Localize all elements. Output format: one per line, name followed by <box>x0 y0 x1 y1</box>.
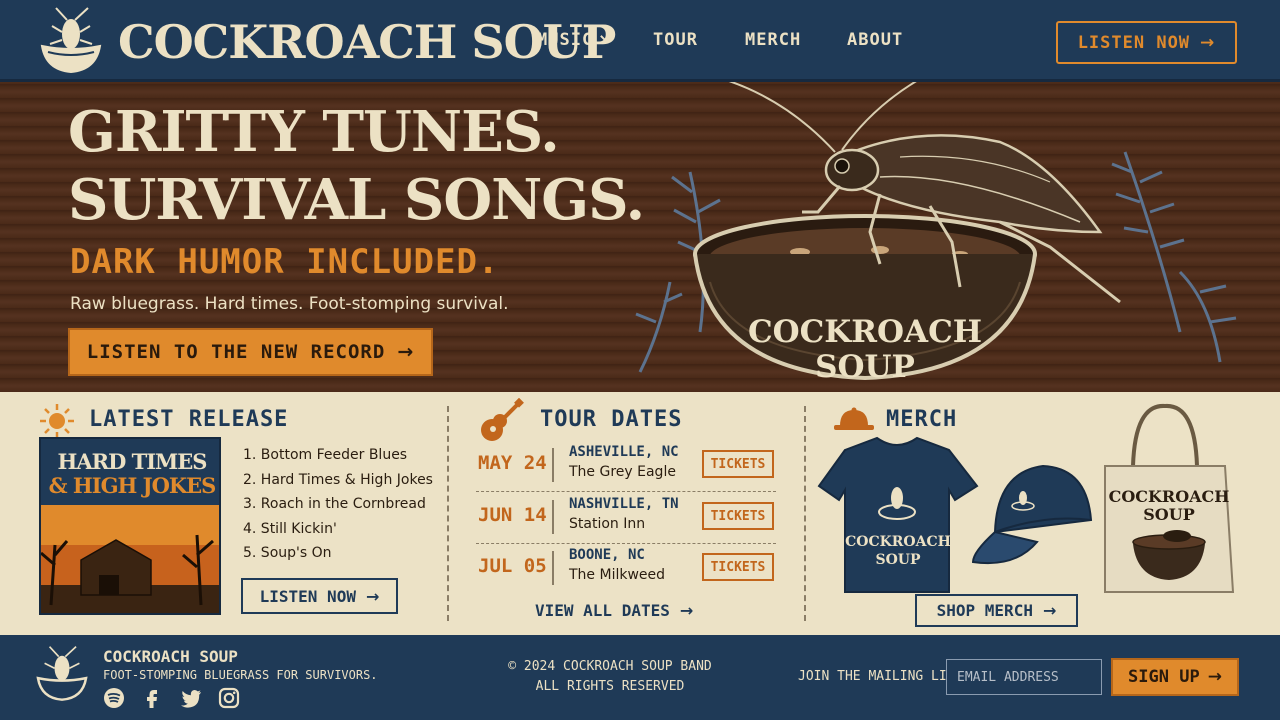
tour-date: JUN 14 <box>478 504 547 526</box>
cockroach-soup-illustration: COCKROACH SOUP <box>635 82 1237 385</box>
tour-date: MAY 24 <box>478 452 547 474</box>
tickets-button[interactable]: TICKETS <box>702 553 774 581</box>
nav-about[interactable]: ABOUT <box>847 30 903 50</box>
hero-subtitle: Raw bluegrass. Hard times. Foot-stomping… <box>70 294 509 314</box>
album-listen-now-button[interactable]: LISTEN NOW → <box>241 578 398 614</box>
tour-row-divider <box>552 551 554 585</box>
listen-now-button[interactable]: LISTEN NOW → <box>1056 21 1237 64</box>
footer-tagline: FOOT-STOMPING BLUEGRASS FOR SURVIVORS. <box>103 668 378 682</box>
mailing-list-label: JOIN THE MAILING LIST <box>798 669 963 684</box>
view-all-dates-link[interactable]: VIEW ALL DATES → <box>535 601 693 620</box>
hero-section: GRITTY TUNES. SURVIVAL SONGS. DARK HUMOR… <box>0 82 1280 392</box>
album-cover[interactable]: HARD TIMES & HIGH JOKES <box>39 437 221 615</box>
tour-venue: The Milkweed <box>569 567 666 583</box>
nav-music-label: MUSIC <box>537 30 594 50</box>
hero-headline-1: GRITTY TUNES. <box>68 99 560 165</box>
tote-bag-icon: COCKROACH SOUP <box>1104 403 1235 593</box>
tour-row: JUN 14 NASHVILLE, TN Station Inn TICKETS <box>476 492 776 544</box>
album-title-1: HARD TIMES <box>57 449 208 474</box>
album-title-2: & HIGH JOKES <box>48 473 217 498</box>
bowl-text-1: COCKROACH <box>748 314 982 350</box>
merch-products-illustration: COCKROACH SOUP COCKROACH SOUP <box>817 403 1235 593</box>
arrow-right-icon: → <box>365 586 380 606</box>
tickets-button[interactable]: TICKETS <box>702 450 774 478</box>
arrow-right-icon: → <box>1042 601 1057 620</box>
album-barn-illustration <box>41 505 219 613</box>
cockroach-bowl-logo-icon <box>36 646 88 701</box>
site-header: COCKROACH SOUP MUSIC TOUR MERCH ABOUT LI… <box>0 0 1280 82</box>
track-item[interactable]: 3. Roach in the Cornbread <box>243 496 433 521</box>
tour-city: NASHVILLE, TN <box>569 496 679 512</box>
guitar-icon <box>481 398 524 441</box>
shop-merch-button[interactable]: SHOP MERCH → <box>915 594 1078 627</box>
arrow-right-icon: → <box>679 601 694 620</box>
tour-city: BOONE, NC <box>569 547 645 563</box>
tour-row: MAY 24 ASHEVILLE, NC The Grey Eagle TICK… <box>476 440 776 492</box>
bowl-text-2: SOUP <box>815 349 915 385</box>
nav-tour[interactable]: TOUR <box>653 30 698 50</box>
cap-icon <box>971 464 1093 565</box>
tour-venue: Station Inn <box>569 516 646 532</box>
tote-text-1: COCKROACH <box>1109 487 1230 506</box>
tour-row-divider <box>552 448 554 482</box>
track-item[interactable]: 4. Still Kickin' <box>243 521 433 546</box>
shop-merch-label: SHOP MERCH <box>936 601 1033 620</box>
footer-brand-name: COCKROACH SOUP <box>103 647 238 666</box>
arrow-right-icon: → <box>1200 32 1216 53</box>
album-listen-now-label: LISTEN NOW <box>259 586 356 606</box>
cockroach-bowl-logo-icon[interactable] <box>36 6 106 76</box>
tour-venue: The Grey Eagle <box>569 464 676 480</box>
tour-city: ASHEVILLE, NC <box>569 444 679 460</box>
copyright: © 2024 COCKROACH SOUP BAND ALL RIGHTS RE… <box>490 657 730 697</box>
instagram-icon[interactable] <box>218 687 240 709</box>
copyright-line-2: ALL RIGHTS RESERVED <box>535 679 685 694</box>
facebook-icon[interactable] <box>141 687 163 709</box>
track-item[interactable]: 1. Bottom Feeder Blues <box>243 447 433 472</box>
email-field[interactable] <box>946 659 1102 695</box>
tote-text-2: SOUP <box>1143 505 1194 524</box>
content-panels: LATEST RELEASE HARD TIMES & HIGH JOKES 1… <box>0 392 1280 635</box>
view-all-dates-label: VIEW ALL DATES <box>535 601 670 620</box>
site-footer: COCKROACH SOUP FOOT-STOMPING BLUEGRASS F… <box>0 635 1280 720</box>
listen-new-record-label: LISTEN TO THE NEW RECORD <box>86 341 386 363</box>
shirt-text-2: SOUP <box>875 552 921 568</box>
nav-music[interactable]: MUSIC <box>537 30 614 50</box>
panel-divider <box>804 406 806 621</box>
tour-date: JUL 05 <box>478 555 547 577</box>
track-list: 1. Bottom Feeder Blues 2. Hard Times & H… <box>243 447 433 570</box>
latest-release-title: LATEST RELEASE <box>89 407 289 432</box>
tour-row-divider <box>552 500 554 534</box>
panel-divider <box>447 406 449 621</box>
listen-now-label: LISTEN NOW <box>1077 32 1191 53</box>
tour-row: JUL 05 BOONE, NC The Milkweed TICKETS <box>476 543 776 595</box>
arrow-right-icon: → <box>1207 667 1222 687</box>
copyright-line-1: © 2024 COCKROACH SOUP BAND <box>508 659 712 674</box>
hero-headline-2: SURVIVAL SONGS. <box>68 167 645 233</box>
sign-up-label: SIGN UP <box>1128 667 1200 687</box>
spotify-icon[interactable] <box>103 687 125 709</box>
sign-up-button[interactable]: SIGN UP → <box>1111 658 1239 696</box>
nav-merch[interactable]: MERCH <box>745 30 801 50</box>
track-item[interactable]: 5. Soup's On <box>243 545 433 570</box>
sun-icon <box>40 404 74 438</box>
hero-headline-3: DARK HUMOR INCLUDED. <box>70 242 500 282</box>
chevron-down-icon <box>600 30 614 43</box>
listen-new-record-button[interactable]: LISTEN TO THE NEW RECORD → <box>68 328 433 376</box>
shirt-text-1: COCKROACH <box>845 534 951 550</box>
twitter-icon[interactable] <box>180 687 202 709</box>
tour-dates-title: TOUR DATES <box>540 407 683 432</box>
tickets-button[interactable]: TICKETS <box>702 502 774 530</box>
arrow-right-icon: → <box>397 341 415 363</box>
tshirt-icon: COCKROACH SOUP <box>817 436 979 593</box>
track-item[interactable]: 2. Hard Times & High Jokes <box>243 472 433 497</box>
